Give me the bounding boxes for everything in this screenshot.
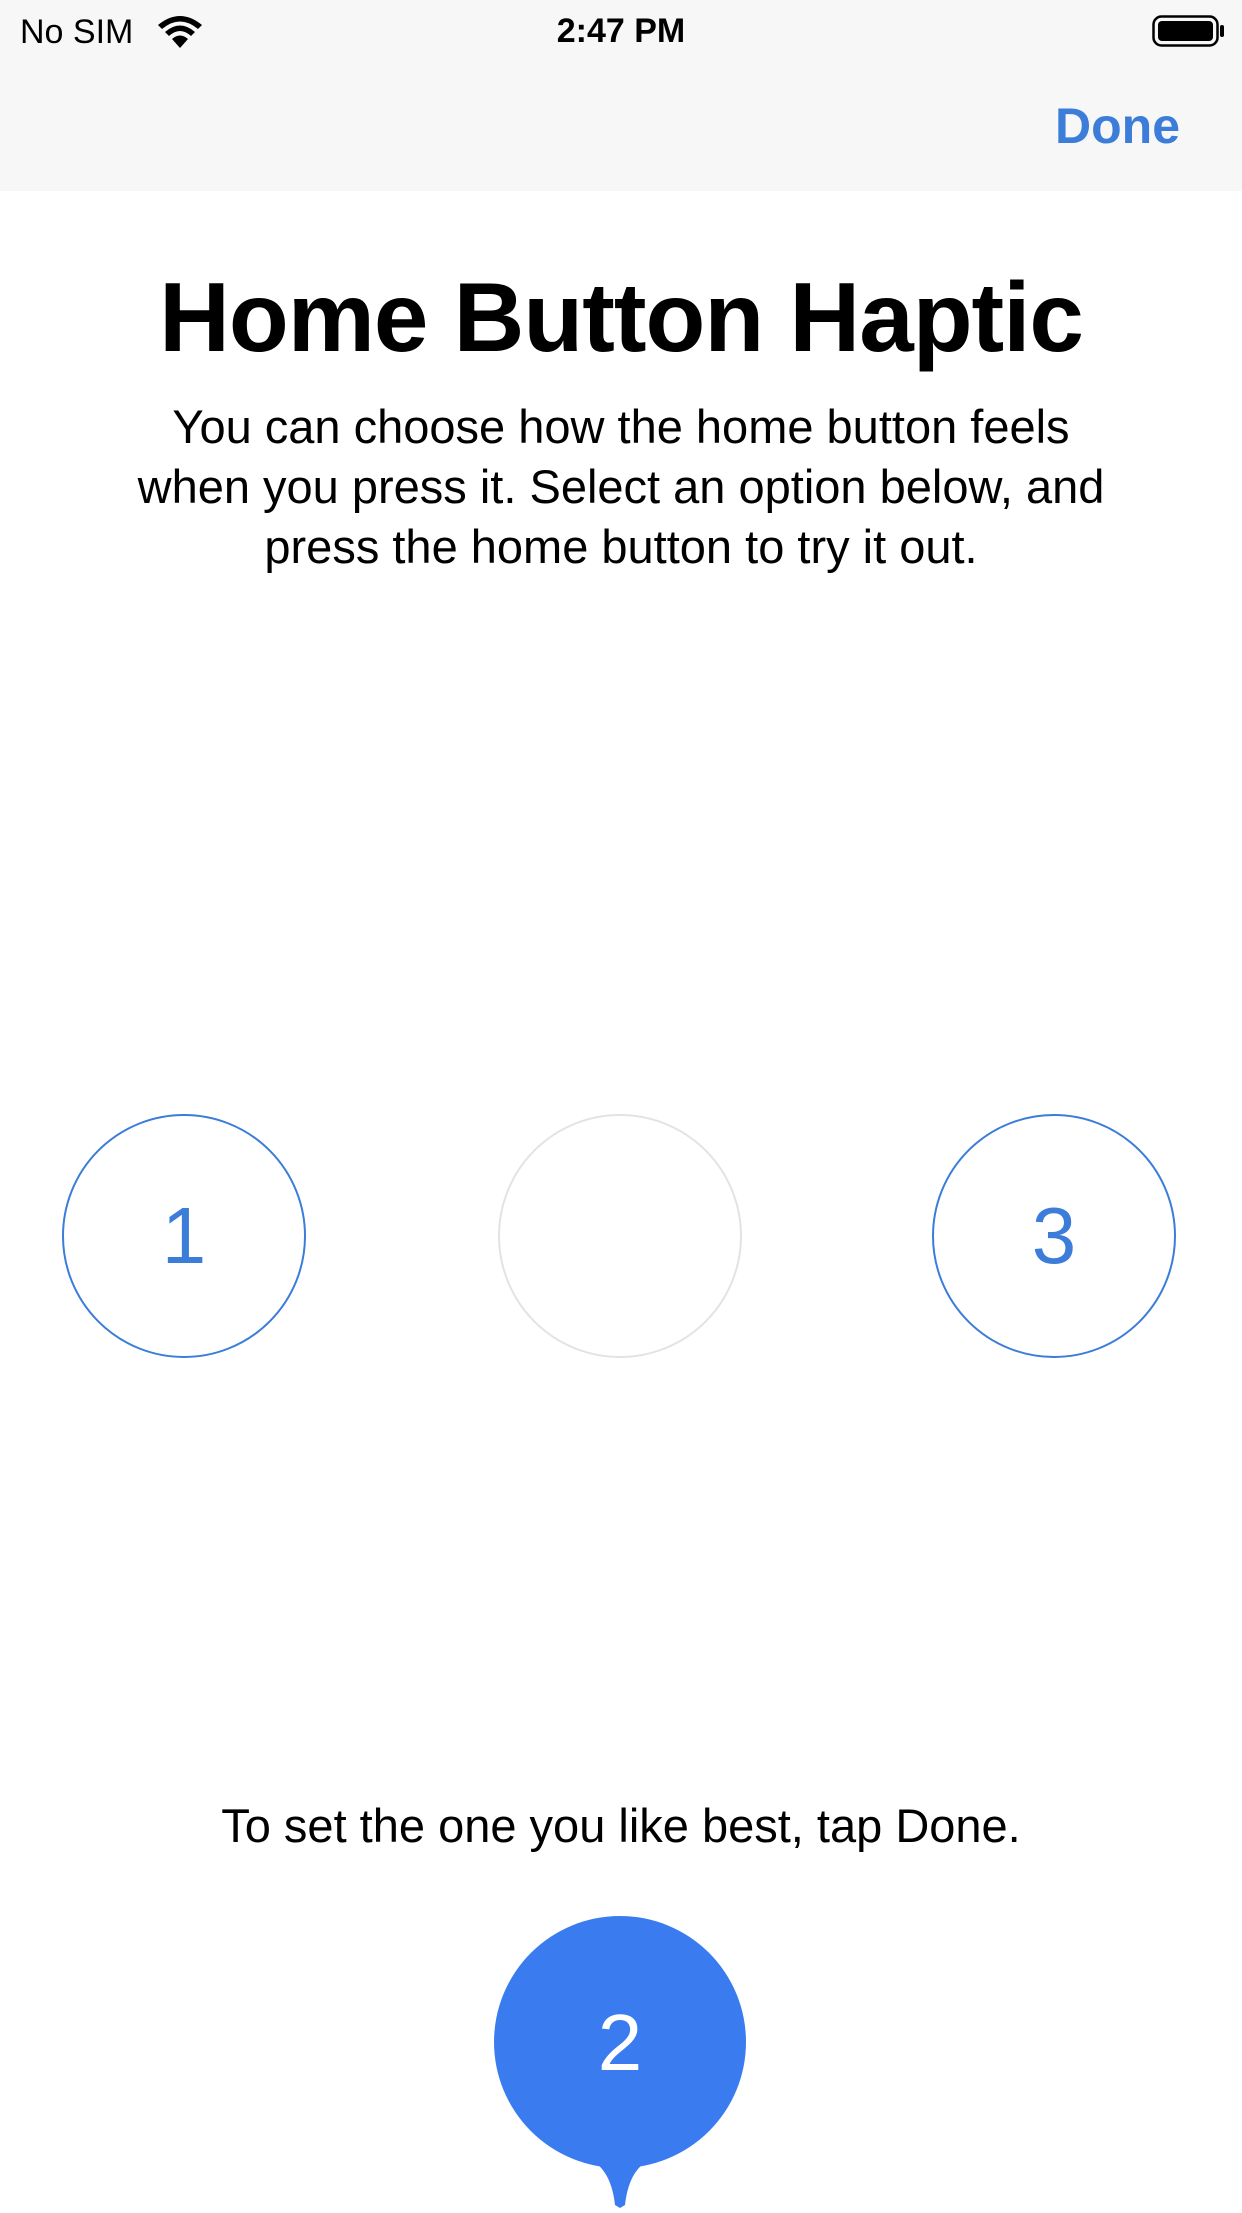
haptic-option-3[interactable]: 3 (932, 1114, 1176, 1358)
battery-icon (1152, 15, 1224, 47)
haptic-option-3-label: 3 (1031, 1191, 1077, 1280)
haptic-option-1[interactable]: 1 (62, 1114, 306, 1358)
page-title: Home Button Haptic (159, 262, 1084, 372)
navigation-bar: Done (0, 60, 1242, 191)
selected-option-bubble[interactable]: 2 (493, 1915, 747, 2208)
status-time: 2:47 PM (556, 12, 686, 50)
page-description: You can choose how the home button feels… (137, 400, 1105, 573)
status-bar: No SIM 2:47 PM (0, 0, 1242, 60)
haptic-option-1-label: 1 (161, 1191, 207, 1280)
done-button[interactable]: Done (1055, 98, 1180, 154)
haptic-option-2-slot[interactable] (498, 1114, 742, 1358)
selected-option-label: 2 (597, 1998, 643, 2087)
instruction-text: To set the one you like best, tap Done. (221, 1799, 1021, 1852)
